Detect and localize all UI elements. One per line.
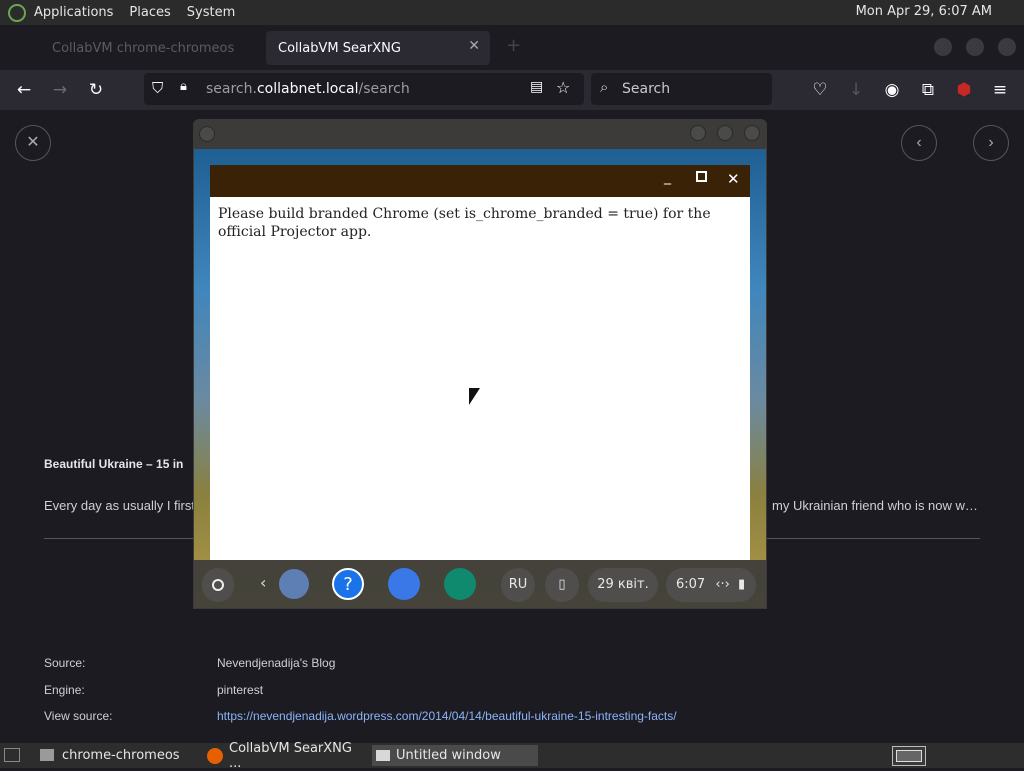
task-untitled-window[interactable]: Untitled window (372, 745, 538, 766)
vm-minimize-icon[interactable] (690, 125, 706, 141)
dialog-maximize-icon[interactable] (696, 171, 707, 182)
reload-icon[interactable]: ↻ (84, 78, 108, 102)
shelf-ime-language[interactable]: RU (501, 568, 535, 602)
url-prefix: search. (206, 81, 257, 97)
network-icon: ‹·› (715, 577, 730, 592)
gnome-foot-icon[interactable] (8, 3, 26, 22)
url-path: /search (358, 81, 410, 97)
maximize-window-icon[interactable] (966, 38, 984, 56)
result-text-right: my Ukrainian friend who is now w… (772, 498, 978, 513)
shelf-back-icon[interactable]: ‹ (260, 573, 266, 592)
meta-engine-label: Engine: (44, 683, 85, 697)
applications-menu[interactable]: Applications (26, 5, 121, 20)
search-icon: ⌕ (600, 78, 609, 96)
menu-hamburger-icon[interactable]: ≡ (988, 78, 1012, 102)
dialog-titlebar[interactable]: _ ✕ (210, 165, 750, 197)
search-input[interactable]: ⌕ Search (591, 73, 772, 105)
minimize-window-icon[interactable] (934, 38, 952, 56)
result-title[interactable]: Beautiful Ukraine – 15 in (44, 457, 183, 471)
task-label-chromeos: chrome-chromeos (62, 748, 180, 763)
meta-source-label: Source: (44, 656, 86, 670)
tab-active-title: CollabVM SearXNG (278, 40, 401, 56)
shelf-time: 6:07 (676, 577, 706, 592)
forward-icon[interactable]: → (48, 78, 72, 102)
reader-view-icon[interactable]: ▤ (530, 79, 543, 95)
projector-dialog[interactable]: _ ✕ Please build branded Chrome (set is_… (210, 165, 750, 560)
meta-source-value: Nevendjenadija's Blog (217, 656, 336, 670)
system-menu[interactable]: System (179, 5, 243, 20)
shelf-app-explore-icon[interactable] (388, 568, 420, 600)
view-source-link[interactable]: https://nevendjenadija.wordpress.com/201… (217, 709, 677, 723)
chromeos-shelf: ‹ ? RU ▯ 29 квіт. 6:07 ‹·› ▮ (194, 560, 766, 608)
tab-collabvm-searxng[interactable]: CollabVM SearXNG ✕ (266, 31, 490, 65)
vm-window-menu-icon[interactable] (199, 126, 215, 142)
bottom-taskbar: chrome-chromeos CollabVM SearXNG ... Unt… (0, 741, 1024, 771)
lock-icon[interactable]: 🔒︎ (180, 79, 187, 94)
bookmark-star-icon[interactable]: ☆ (556, 78, 570, 97)
navigation-bar: ← → ↻ ⛉ 🔒︎ search.collabnet.local/search… (0, 70, 1024, 110)
folder-icon (40, 749, 54, 761)
dialog-minimize-icon[interactable]: _ (664, 169, 671, 185)
vm-maximize-icon[interactable] (717, 125, 733, 141)
dialog-close-icon[interactable]: ✕ (727, 170, 740, 188)
shelf-date[interactable]: 29 квіт. (588, 568, 658, 602)
task-collabvm-searxng[interactable]: CollabVM SearXNG ... (205, 741, 368, 771)
url-text: search.collabnet.local/search (206, 81, 410, 97)
shelf-status-tray[interactable]: 6:07 ‹·› ▮ (666, 568, 756, 602)
account-icon[interactable]: ◉ (880, 78, 904, 102)
top-panel: Applications Places System Mon Apr 29, 6… (0, 0, 1024, 25)
shelf-app-help-icon[interactable]: ? (332, 568, 364, 600)
firefox-icon (207, 748, 223, 764)
url-bar[interactable]: ⛉ 🔒︎ search.collabnet.local/search ▤ ☆ (144, 73, 584, 105)
search-placeholder: Search (622, 81, 671, 97)
panel-clock[interactable]: Mon Apr 29, 6:07 AM (856, 4, 992, 19)
meta-engine-value: pinterest (217, 683, 264, 697)
downloads-icon[interactable]: ↓ (844, 78, 868, 102)
tab-collabvm-chromeos[interactable]: CollabVM chrome-chromeos (4, 31, 264, 65)
new-tab-icon[interactable]: + (506, 35, 521, 56)
show-desktop-icon[interactable] (4, 748, 20, 762)
previous-result-icon[interactable]: ‹ (901, 125, 937, 161)
pocket-icon[interactable]: ♡ (808, 78, 832, 102)
meta-viewsource-label: View source: (44, 709, 113, 723)
mouse-cursor-icon (469, 388, 480, 405)
close-result-icon[interactable]: ✕ (15, 125, 51, 161)
tab-close-icon[interactable]: ✕ (468, 38, 480, 54)
workspace-1[interactable] (896, 750, 922, 762)
shelf-app-files-icon[interactable] (279, 569, 309, 599)
task-label-untitled: Untitled window (396, 748, 501, 763)
window-icon (376, 750, 390, 761)
dialog-message: Please build branded Chrome (set is_chro… (218, 206, 711, 240)
places-menu[interactable]: Places (121, 5, 178, 20)
vm-window[interactable]: _ ✕ Please build branded Chrome (set is_… (193, 119, 767, 609)
workspace-switcher[interactable] (892, 746, 926, 766)
ublock-icon[interactable]: ⬢ (952, 78, 976, 102)
shelf-app-projector-icon[interactable] (444, 568, 476, 600)
url-domain: collabnet.local (256, 81, 359, 97)
launcher-circle-icon (212, 578, 224, 591)
extensions-icon[interactable]: ⧉ (916, 78, 940, 102)
launcher-button[interactable] (202, 568, 234, 602)
task-label-searxng: CollabVM SearXNG ... (229, 740, 352, 771)
battery-icon: ▮ (738, 577, 746, 592)
next-result-icon[interactable]: › (973, 125, 1009, 161)
tab-inactive-title: CollabVM chrome-chromeos (52, 40, 235, 56)
task-chrome-chromeos[interactable]: chrome-chromeos (38, 745, 198, 766)
back-icon[interactable]: ← (12, 78, 36, 102)
result-text-left: Every day as usually I first (44, 498, 195, 513)
tab-bar: CollabVM chrome-chromeos CollabVM SearXN… (0, 25, 1024, 70)
vm-close-icon[interactable] (744, 125, 760, 141)
shield-icon[interactable]: ⛉ (152, 79, 163, 97)
close-window-icon[interactable] (998, 38, 1016, 56)
shelf-phone-hub-icon[interactable]: ▯ (545, 568, 579, 602)
